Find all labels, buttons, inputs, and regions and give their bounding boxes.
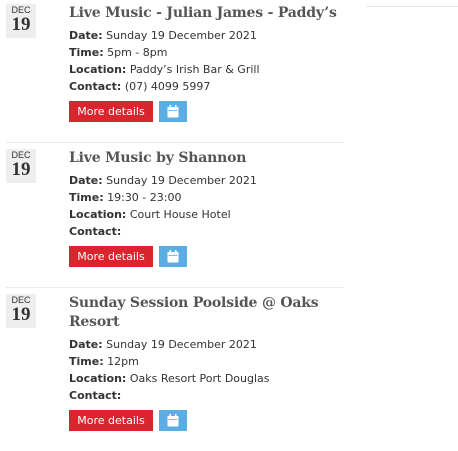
calendar-icon: [167, 250, 179, 263]
sidebar-divider: [366, 6, 458, 7]
event-contact: Contact:: [69, 223, 344, 240]
event-date: Date: Sunday 19 December 2021: [69, 336, 344, 353]
event-location: Location: Court House Hotel: [69, 206, 344, 223]
event-time: Time: 12pm: [69, 353, 344, 370]
contact-value: (07) 4099 5997: [124, 80, 211, 93]
contact-label: Contact:: [69, 225, 122, 238]
add-to-calendar-button[interactable]: [159, 410, 187, 431]
event-body: Live Music by Shannon Date: Sunday 19 De…: [69, 149, 344, 267]
location-value: Court House Hotel: [129, 208, 231, 221]
calendar-icon: [167, 105, 179, 118]
time-label: Time:: [69, 355, 104, 368]
date-label: Date:: [69, 29, 103, 42]
date-label: Date:: [69, 338, 103, 351]
more-details-button[interactable]: More details: [69, 410, 153, 431]
event-location: Location: Oaks Resort Port Douglas: [69, 370, 344, 387]
date-label: Date:: [69, 174, 103, 187]
event-title[interactable]: Live Music - Julian James - Paddy’s: [69, 4, 344, 23]
event-date: Date: Sunday 19 December 2021: [69, 27, 344, 44]
location-value: Oaks Resort Port Douglas: [129, 372, 270, 385]
event-contact: Contact: (07) 4099 5997: [69, 78, 344, 95]
location-label: Location:: [69, 372, 127, 385]
date-day: 19: [11, 304, 31, 325]
event-actions: More details: [69, 101, 344, 122]
date-badge: DEC 19: [6, 294, 36, 328]
event-location: Location: Paddy’s Irish Bar & Grill: [69, 61, 344, 78]
more-details-button[interactable]: More details: [69, 246, 153, 267]
event-title[interactable]: Live Music by Shannon: [69, 149, 344, 168]
date-badge: DEC 19: [6, 4, 36, 38]
date-value: Sunday 19 December 2021: [106, 338, 257, 351]
contact-label: Contact:: [69, 389, 122, 402]
time-label: Time:: [69, 191, 104, 204]
location-value: Paddy’s Irish Bar & Grill: [129, 63, 260, 76]
event-divider: [6, 287, 344, 288]
event-body: Sunday Session Poolside @ Oaks Resort Da…: [69, 294, 344, 431]
event-body: Live Music - Julian James - Paddy’s Date…: [69, 4, 344, 122]
date-day: 19: [11, 159, 31, 180]
location-label: Location:: [69, 63, 127, 76]
date-value: Sunday 19 December 2021: [106, 174, 257, 187]
date-badge: DEC 19: [6, 149, 36, 183]
date-value: Sunday 19 December 2021: [106, 29, 257, 42]
event-title[interactable]: Sunday Session Poolside @ Oaks Resort: [69, 294, 344, 332]
event-contact: Contact:: [69, 387, 344, 404]
event-time: Time: 19:30 - 23:00: [69, 189, 344, 206]
add-to-calendar-button[interactable]: [159, 101, 187, 122]
location-label: Location:: [69, 208, 127, 221]
time-value: 19:30 - 23:00: [107, 191, 182, 204]
date-day: 19: [11, 14, 31, 35]
contact-label: Contact:: [69, 80, 122, 93]
time-label: Time:: [69, 46, 104, 59]
add-to-calendar-button[interactable]: [159, 246, 187, 267]
event-actions: More details: [69, 410, 344, 431]
time-value: 5pm - 8pm: [107, 46, 168, 59]
event-actions: More details: [69, 246, 344, 267]
calendar-icon: [167, 414, 179, 427]
event-time: Time: 5pm - 8pm: [69, 44, 344, 61]
event-date: Date: Sunday 19 December 2021: [69, 172, 344, 189]
more-details-button[interactable]: More details: [69, 101, 153, 122]
time-value: 12pm: [107, 355, 139, 368]
event-divider: [6, 142, 344, 143]
